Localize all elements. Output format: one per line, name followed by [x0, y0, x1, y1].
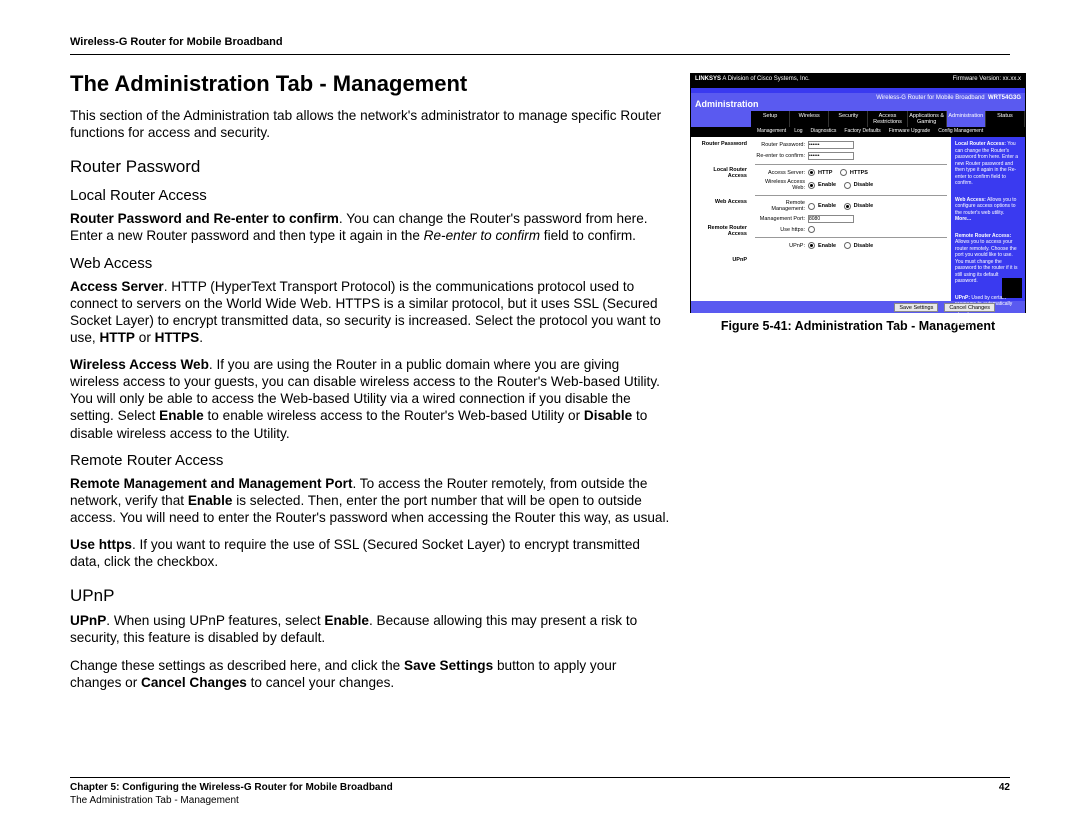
paragraph-save-cancel: Change these settings as described here,…	[70, 657, 670, 691]
paragraph-access-server: Access Server. HTTP (HyperText Transport…	[70, 278, 670, 347]
intro-paragraph: This section of the Administration tab a…	[70, 107, 670, 141]
figure-admin-management: LINKSYS A Division of Cisco Systems, Inc…	[690, 73, 1026, 333]
paragraph-upnp: UPnP. When using UPnP features, select E…	[70, 612, 670, 646]
heading-upnp: UPnP	[70, 586, 670, 606]
label-use-https: Use https:	[755, 227, 805, 233]
heading-remote-access: Remote Router Access	[70, 452, 670, 469]
cisco-logo-icon	[1002, 278, 1022, 298]
paragraph-remote-management: Remote Management and Management Port. T…	[70, 475, 670, 526]
label-mgmt-port: Management Port:	[755, 216, 805, 222]
checkbox-https[interactable]	[840, 169, 847, 176]
subtab-firmware-upgrade[interactable]: Firmware Upgrade	[889, 128, 930, 137]
tab-access-restrictions[interactable]: Access Restrictions	[868, 111, 907, 127]
tab-administration[interactable]: Administration	[947, 111, 986, 127]
footer-section: The Administration Tab - Management	[70, 795, 393, 806]
subtab-management[interactable]: Management	[757, 128, 786, 137]
radio-waw-enable[interactable]	[808, 182, 815, 189]
main-text-column: The Administration Tab - Management This…	[70, 71, 670, 701]
tab-status[interactable]: Status	[986, 111, 1025, 127]
page-footer: Chapter 5: Configuring the Wireless-G Ro…	[70, 777, 1010, 806]
paragraph-use-https: Use https. If you want to require the us…	[70, 536, 670, 570]
subtab-factory-defaults[interactable]: Factory Defaults	[844, 128, 880, 137]
tab-security[interactable]: Security	[829, 111, 868, 127]
router-subtabs: Management Log Diagnostics Factory Defau…	[691, 127, 1025, 137]
router-tabs: Setup Wireless Security Access Restricti…	[751, 111, 1025, 127]
cancel-changes-button[interactable]: Cancel Changes	[944, 303, 995, 312]
heading-router-password: Router Password	[70, 157, 670, 177]
tab-apps-gaming[interactable]: Applications & Gaming	[908, 111, 947, 127]
radio-rm-enable[interactable]	[808, 203, 815, 210]
label-access-server: Access Server:	[755, 170, 805, 176]
router-left-labels: Router Password Local Router Access Web …	[691, 137, 751, 301]
tab-setup[interactable]: Setup	[751, 111, 790, 127]
input-router-password[interactable]	[808, 141, 854, 149]
tab-wireless[interactable]: Wireless	[790, 111, 829, 127]
router-screenshot: LINKSYS A Division of Cisco Systems, Inc…	[690, 73, 1026, 313]
radio-waw-disable[interactable]	[844, 182, 851, 189]
subtab-config-management[interactable]: Config Management	[938, 128, 983, 137]
router-firmware: Firmware Version: xx.xx.x	[953, 76, 1021, 86]
label-router-password: Router Password:	[755, 142, 805, 148]
input-confirm-password[interactable]	[808, 152, 854, 160]
label-wireless-web: Wireless Access Web:	[755, 179, 805, 191]
subtab-diagnostics[interactable]: Diagnostics	[811, 128, 837, 137]
label-confirm: Re-enter to confirm:	[755, 153, 805, 159]
footer-chapter: Chapter 5: Configuring the Wireless-G Ro…	[70, 782, 393, 793]
router-help-column: Local Router Access: You can change the …	[951, 137, 1025, 301]
radio-upnp-enable[interactable]	[808, 242, 815, 249]
heading-local-access: Local Router Access	[70, 187, 670, 204]
paragraph-wireless-access-web: Wireless Access Web. If you are using th…	[70, 356, 670, 442]
checkbox-use-https[interactable]	[808, 226, 815, 233]
radio-rm-disable[interactable]	[844, 203, 851, 210]
router-brand: LINKSYS A Division of Cisco Systems, Inc…	[695, 76, 810, 86]
save-settings-button[interactable]: Save Settings	[894, 303, 938, 312]
label-upnp: UPnP:	[755, 243, 805, 249]
label-remote-mgmt: Remote Management:	[755, 200, 805, 212]
router-section-title: Administration	[695, 99, 759, 109]
page-title: The Administration Tab - Management	[70, 71, 670, 97]
subtab-log[interactable]: Log	[794, 128, 802, 137]
router-product-model: Wireless-G Router for Mobile Broadband W…	[876, 95, 1021, 101]
router-form: Router Password: Re-enter to confirm: Ac…	[751, 137, 951, 301]
page-number: 42	[999, 782, 1010, 806]
paragraph-local: Router Password and Re-enter to confirm.…	[70, 210, 670, 244]
input-mgmt-port[interactable]	[808, 215, 854, 223]
checkbox-http[interactable]	[808, 169, 815, 176]
doc-header: Wireless-G Router for Mobile Broadband	[70, 36, 1010, 55]
radio-upnp-disable[interactable]	[844, 242, 851, 249]
heading-web-access: Web Access	[70, 255, 670, 272]
